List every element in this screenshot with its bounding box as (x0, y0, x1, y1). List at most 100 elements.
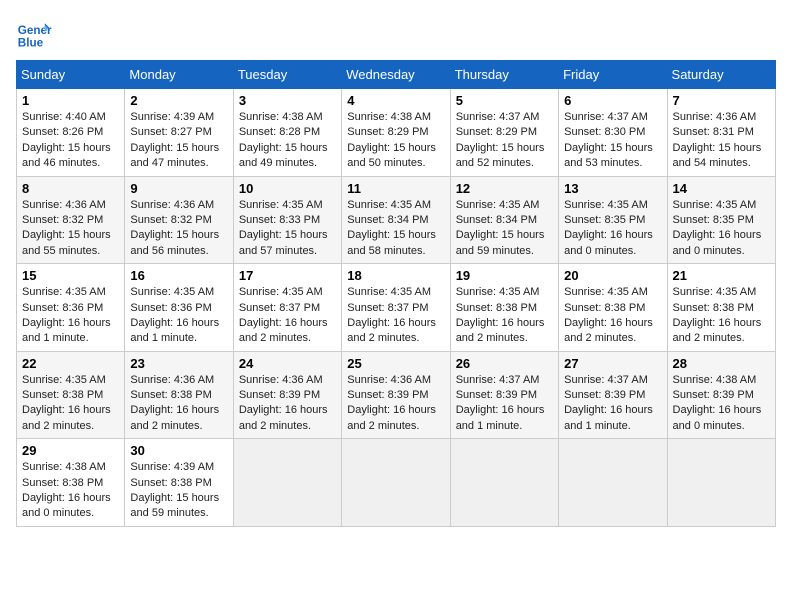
svg-text:Blue: Blue (18, 37, 44, 50)
day-info: Sunrise: 4:36 AMSunset: 8:32 PMDaylight:… (22, 199, 111, 257)
calendar-header-row: SundayMondayTuesdayWednesdayThursdayFrid… (17, 61, 776, 89)
calendar-week-row: 22 Sunrise: 4:35 AMSunset: 8:38 PMDaylig… (17, 351, 776, 439)
day-number: 7 (673, 93, 770, 108)
day-number: 12 (456, 181, 553, 196)
calendar-cell: 4 Sunrise: 4:38 AMSunset: 8:29 PMDayligh… (342, 89, 450, 177)
calendar-cell: 14 Sunrise: 4:35 AMSunset: 8:35 PMDaylig… (667, 176, 775, 264)
calendar-cell: 7 Sunrise: 4:36 AMSunset: 8:31 PMDayligh… (667, 89, 775, 177)
day-number: 16 (130, 268, 227, 283)
calendar-week-row: 8 Sunrise: 4:36 AMSunset: 8:32 PMDayligh… (17, 176, 776, 264)
day-number: 25 (347, 356, 444, 371)
day-number: 1 (22, 93, 119, 108)
day-info: Sunrise: 4:37 AMSunset: 8:29 PMDaylight:… (456, 111, 545, 169)
day-info: Sunrise: 4:38 AMSunset: 8:39 PMDaylight:… (673, 374, 762, 432)
calendar-cell: 5 Sunrise: 4:37 AMSunset: 8:29 PMDayligh… (450, 89, 558, 177)
day-number: 29 (22, 443, 119, 458)
day-info: Sunrise: 4:35 AMSunset: 8:38 PMDaylight:… (456, 286, 545, 344)
day-number: 2 (130, 93, 227, 108)
calendar-cell: 28 Sunrise: 4:38 AMSunset: 8:39 PMDaylig… (667, 351, 775, 439)
day-info: Sunrise: 4:38 AMSunset: 8:28 PMDaylight:… (239, 111, 328, 169)
day-info: Sunrise: 4:35 AMSunset: 8:38 PMDaylight:… (22, 374, 111, 432)
day-info: Sunrise: 4:37 AMSunset: 8:39 PMDaylight:… (456, 374, 545, 432)
calendar-cell: 10 Sunrise: 4:35 AMSunset: 8:33 PMDaylig… (233, 176, 341, 264)
day-number: 27 (564, 356, 661, 371)
calendar-col-header: Sunday (17, 61, 125, 89)
calendar-cell: 20 Sunrise: 4:35 AMSunset: 8:38 PMDaylig… (559, 264, 667, 352)
day-number: 14 (673, 181, 770, 196)
day-info: Sunrise: 4:36 AMSunset: 8:31 PMDaylight:… (673, 111, 762, 169)
calendar-cell: 29 Sunrise: 4:38 AMSunset: 8:38 PMDaylig… (17, 439, 125, 527)
day-info: Sunrise: 4:35 AMSunset: 8:35 PMDaylight:… (564, 199, 653, 257)
calendar-col-header: Thursday (450, 61, 558, 89)
calendar-cell: 11 Sunrise: 4:35 AMSunset: 8:34 PMDaylig… (342, 176, 450, 264)
day-info: Sunrise: 4:35 AMSunset: 8:35 PMDaylight:… (673, 199, 762, 257)
day-info: Sunrise: 4:35 AMSunset: 8:38 PMDaylight:… (564, 286, 653, 344)
calendar-col-header: Tuesday (233, 61, 341, 89)
calendar-cell: 15 Sunrise: 4:35 AMSunset: 8:36 PMDaylig… (17, 264, 125, 352)
day-number: 13 (564, 181, 661, 196)
day-number: 4 (347, 93, 444, 108)
calendar-week-row: 1 Sunrise: 4:40 AMSunset: 8:26 PMDayligh… (17, 89, 776, 177)
day-number: 8 (22, 181, 119, 196)
day-number: 9 (130, 181, 227, 196)
calendar-cell: 2 Sunrise: 4:39 AMSunset: 8:27 PMDayligh… (125, 89, 233, 177)
day-number: 28 (673, 356, 770, 371)
day-info: Sunrise: 4:35 AMSunset: 8:34 PMDaylight:… (456, 199, 545, 257)
calendar-cell: 26 Sunrise: 4:37 AMSunset: 8:39 PMDaylig… (450, 351, 558, 439)
day-number: 24 (239, 356, 336, 371)
day-info: Sunrise: 4:36 AMSunset: 8:32 PMDaylight:… (130, 199, 219, 257)
day-number: 23 (130, 356, 227, 371)
calendar-cell: 16 Sunrise: 4:35 AMSunset: 8:36 PMDaylig… (125, 264, 233, 352)
logo-icon: General Blue (16, 16, 52, 52)
day-info: Sunrise: 4:37 AMSunset: 8:39 PMDaylight:… (564, 374, 653, 432)
page-header: General Blue (16, 16, 776, 52)
day-info: Sunrise: 4:39 AMSunset: 8:38 PMDaylight:… (130, 461, 219, 519)
day-number: 3 (239, 93, 336, 108)
calendar-cell: 25 Sunrise: 4:36 AMSunset: 8:39 PMDaylig… (342, 351, 450, 439)
day-info: Sunrise: 4:35 AMSunset: 8:33 PMDaylight:… (239, 199, 328, 257)
calendar-cell: 9 Sunrise: 4:36 AMSunset: 8:32 PMDayligh… (125, 176, 233, 264)
calendar-col-header: Monday (125, 61, 233, 89)
calendar-cell: 17 Sunrise: 4:35 AMSunset: 8:37 PMDaylig… (233, 264, 341, 352)
day-number: 30 (130, 443, 227, 458)
day-info: Sunrise: 4:35 AMSunset: 8:37 PMDaylight:… (239, 286, 328, 344)
calendar-col-header: Saturday (667, 61, 775, 89)
calendar-col-header: Friday (559, 61, 667, 89)
day-info: Sunrise: 4:36 AMSunset: 8:38 PMDaylight:… (130, 374, 219, 432)
calendar-cell: 27 Sunrise: 4:37 AMSunset: 8:39 PMDaylig… (559, 351, 667, 439)
day-info: Sunrise: 4:37 AMSunset: 8:30 PMDaylight:… (564, 111, 653, 169)
calendar-cell (342, 439, 450, 527)
calendar-cell: 24 Sunrise: 4:36 AMSunset: 8:39 PMDaylig… (233, 351, 341, 439)
calendar-week-row: 15 Sunrise: 4:35 AMSunset: 8:36 PMDaylig… (17, 264, 776, 352)
day-number: 26 (456, 356, 553, 371)
day-info: Sunrise: 4:36 AMSunset: 8:39 PMDaylight:… (347, 374, 436, 432)
calendar-table: SundayMondayTuesdayWednesdayThursdayFrid… (16, 60, 776, 527)
day-number: 20 (564, 268, 661, 283)
day-number: 17 (239, 268, 336, 283)
calendar-cell: 3 Sunrise: 4:38 AMSunset: 8:28 PMDayligh… (233, 89, 341, 177)
calendar-cell: 18 Sunrise: 4:35 AMSunset: 8:37 PMDaylig… (342, 264, 450, 352)
calendar-week-row: 29 Sunrise: 4:38 AMSunset: 8:38 PMDaylig… (17, 439, 776, 527)
logo: General Blue (16, 16, 56, 52)
day-info: Sunrise: 4:35 AMSunset: 8:37 PMDaylight:… (347, 286, 436, 344)
day-number: 22 (22, 356, 119, 371)
day-info: Sunrise: 4:35 AMSunset: 8:36 PMDaylight:… (22, 286, 111, 344)
calendar-col-header: Wednesday (342, 61, 450, 89)
day-number: 10 (239, 181, 336, 196)
calendar-cell: 12 Sunrise: 4:35 AMSunset: 8:34 PMDaylig… (450, 176, 558, 264)
calendar-cell: 30 Sunrise: 4:39 AMSunset: 8:38 PMDaylig… (125, 439, 233, 527)
day-info: Sunrise: 4:36 AMSunset: 8:39 PMDaylight:… (239, 374, 328, 432)
calendar-cell (559, 439, 667, 527)
day-info: Sunrise: 4:39 AMSunset: 8:27 PMDaylight:… (130, 111, 219, 169)
day-info: Sunrise: 4:35 AMSunset: 8:38 PMDaylight:… (673, 286, 762, 344)
day-number: 11 (347, 181, 444, 196)
calendar-cell: 23 Sunrise: 4:36 AMSunset: 8:38 PMDaylig… (125, 351, 233, 439)
day-info: Sunrise: 4:38 AMSunset: 8:29 PMDaylight:… (347, 111, 436, 169)
day-number: 21 (673, 268, 770, 283)
calendar-cell (667, 439, 775, 527)
day-number: 6 (564, 93, 661, 108)
day-info: Sunrise: 4:35 AMSunset: 8:34 PMDaylight:… (347, 199, 436, 257)
calendar-cell: 1 Sunrise: 4:40 AMSunset: 8:26 PMDayligh… (17, 89, 125, 177)
calendar-cell: 8 Sunrise: 4:36 AMSunset: 8:32 PMDayligh… (17, 176, 125, 264)
calendar-cell: 13 Sunrise: 4:35 AMSunset: 8:35 PMDaylig… (559, 176, 667, 264)
